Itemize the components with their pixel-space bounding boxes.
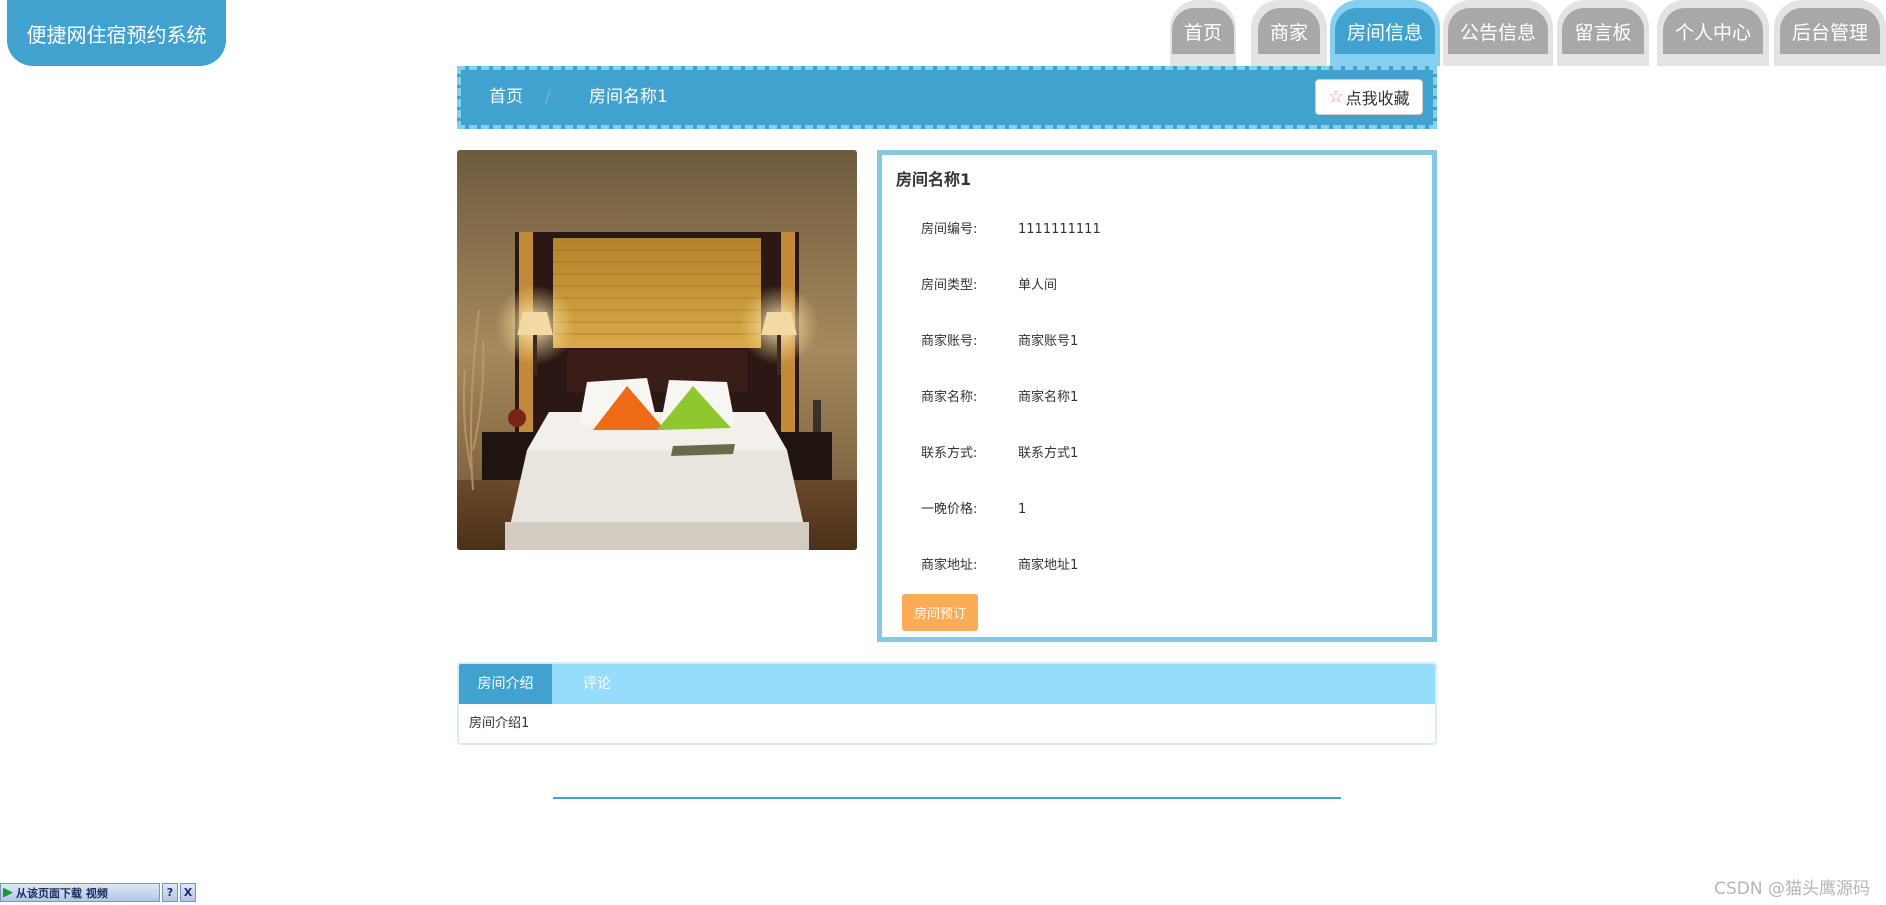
field-label: 房间编号:: [921, 222, 978, 237]
field-label: 商家地址:: [921, 558, 978, 573]
download-toolbar: ▶ 从该页面下载 视频 ? X: [0, 882, 196, 903]
favorite-button[interactable]: ☆ 点我收藏: [1315, 79, 1423, 115]
nav-item-label: 房间信息: [1334, 8, 1435, 54]
field-value: 联系方式1: [1018, 446, 1079, 461]
detail-tabs: 房间介绍 评论 房间介绍1: [457, 662, 1437, 745]
breadcrumb: 首页 / 房间名称1 ☆ 点我收藏: [457, 66, 1437, 129]
field-value: 商家名称1: [1018, 390, 1079, 405]
room-name: 房间名称1: [896, 170, 972, 189]
close-button[interactable]: X: [180, 883, 196, 902]
nav-item-label: 首页: [1171, 8, 1234, 54]
play-icon: ▶: [3, 885, 13, 900]
breadcrumb-separator: /: [545, 87, 551, 107]
nav-item-home[interactable]: 首页: [1170, 0, 1236, 66]
download-label: 从该页面下载 视频: [16, 886, 108, 900]
book-room-button[interactable]: 房间预订: [902, 594, 978, 631]
field-label: 商家账号:: [921, 334, 978, 349]
nav-item-label: 后台管理: [1779, 8, 1880, 54]
help-button[interactable]: ?: [162, 883, 178, 902]
download-video-button[interactable]: ▶ 从该页面下载 视频: [0, 883, 160, 902]
site-title: 便捷网住宿预约系统: [26, 22, 207, 47]
nav-item-label: 公告信息: [1447, 8, 1548, 54]
field-label: 联系方式:: [921, 446, 978, 461]
nav-item-announcements[interactable]: 公告信息: [1443, 0, 1553, 66]
nav-item-label: 留言板: [1562, 8, 1644, 54]
site-logo[interactable]: 便捷网住宿预约系统: [7, 0, 226, 66]
top-nav: 首页 商家 房间信息 公告信息 留言板 个人中心 后台管理: [1170, 0, 1886, 66]
field-label: 一晚价格:: [921, 502, 978, 517]
field-value: 商家地址1: [1018, 558, 1079, 573]
room-image: [457, 150, 857, 550]
favorite-label: 点我收藏: [1345, 89, 1410, 108]
tab-header: 房间介绍 评论: [459, 664, 1435, 704]
nav-item-room-info[interactable]: 房间信息: [1330, 0, 1440, 66]
info-row-contact: 联系方式: 联系方式1: [882, 442, 1432, 466]
info-row-merchant-account: 商家账号: 商家账号1: [882, 330, 1432, 354]
room-info-panel: 房间名称1 房间编号: 1111111111 房间类型: 单人间 商家账号: 商…: [877, 150, 1437, 642]
info-row-room-type: 房间类型: 单人间: [882, 274, 1432, 298]
info-row-address: 商家地址: 商家地址1: [882, 554, 1432, 578]
info-row-room-number: 房间编号: 1111111111: [882, 218, 1432, 242]
field-label: 房间类型:: [921, 278, 978, 293]
field-value: 1111111111: [1018, 222, 1101, 237]
field-label: 商家名称:: [921, 390, 978, 405]
footer-divider: [553, 797, 1341, 799]
field-value: 商家账号1: [1018, 334, 1079, 349]
tab-comments[interactable]: 评论: [552, 664, 642, 704]
nav-item-label: 商家: [1257, 8, 1320, 54]
tab-room-intro[interactable]: 房间介绍: [459, 664, 552, 704]
star-outline-icon: ☆: [1328, 87, 1344, 107]
nav-item-message-board[interactable]: 留言板: [1557, 0, 1649, 66]
info-row-price: 一晚价格: 1: [882, 498, 1432, 522]
breadcrumb-home-link[interactable]: 首页: [489, 70, 523, 125]
nav-item-merchant[interactable]: 商家: [1251, 0, 1327, 66]
nav-item-profile[interactable]: 个人中心: [1657, 0, 1769, 66]
tab-content: 房间介绍1: [469, 716, 530, 731]
nav-item-label: 个人中心: [1662, 8, 1763, 54]
nav-item-admin[interactable]: 后台管理: [1774, 0, 1886, 66]
watermark: CSDN @猫头鹰源码: [1714, 879, 1870, 899]
field-value: 1: [1018, 502, 1027, 517]
field-value: 单人间: [1018, 278, 1058, 293]
breadcrumb-current: 房间名称1: [589, 87, 668, 107]
info-row-merchant-name: 商家名称: 商家名称1: [882, 386, 1432, 410]
